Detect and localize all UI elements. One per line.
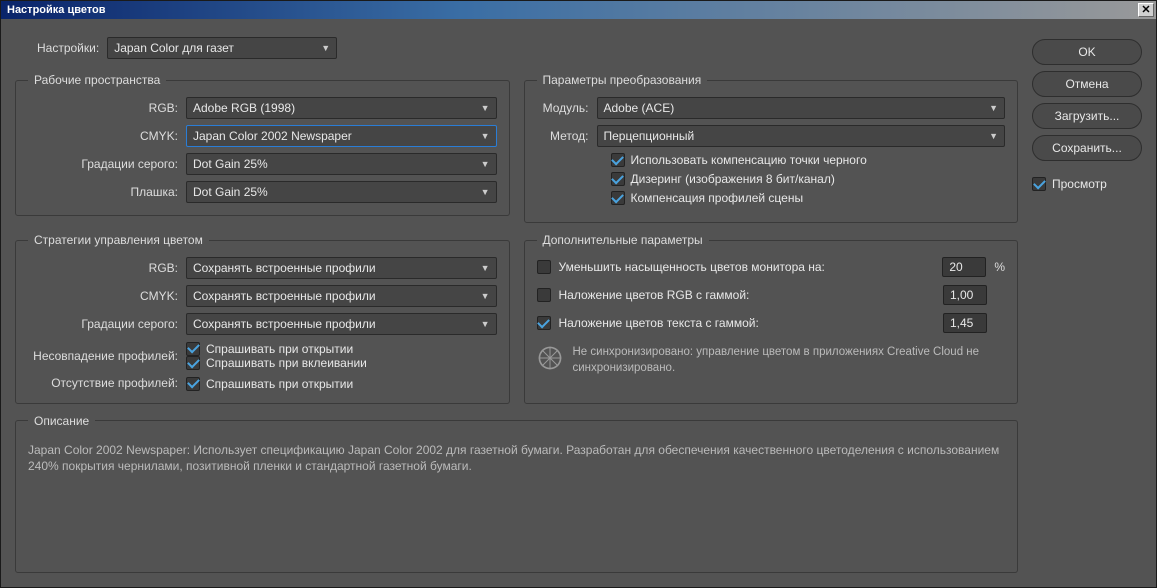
ws-rgb-select[interactable]: Adobe RGB (1998) ▼ — [186, 97, 497, 119]
chevron-down-icon: ▼ — [481, 131, 490, 141]
window-title: Настройка цветов — [7, 4, 106, 16]
preview-checkbox[interactable] — [1032, 177, 1046, 191]
pol-gray-select[interactable]: Сохранять встроенные профили ▼ — [186, 313, 497, 335]
workspaces-group: Рабочие пространства RGB: Adobe RGB (199… — [15, 73, 510, 216]
pol-gray-label: Градации серого: — [28, 317, 178, 331]
blend-text-label: Наложение цветов текста с гаммой: — [559, 316, 936, 330]
scene-profile-checkbox[interactable] — [611, 191, 625, 205]
desaturate-input[interactable]: 20 — [942, 257, 986, 277]
chevron-down-icon: ▼ — [481, 319, 490, 329]
desaturate-checkbox[interactable] — [537, 260, 551, 274]
description-text: Japan Color 2002 Newspaper: Использует с… — [28, 442, 1005, 476]
desaturate-label: Уменьшить насыщенность цветов монитора н… — [559, 260, 935, 274]
mismatch-label: Несовпадение профилей: — [28, 349, 178, 363]
chevron-down-icon: ▼ — [321, 43, 330, 53]
ok-button[interactable]: OK — [1032, 39, 1142, 65]
settings-label: Настройки: — [37, 41, 99, 55]
chevron-down-icon: ▼ — [481, 263, 490, 273]
blend-rgb-checkbox[interactable] — [537, 288, 551, 302]
load-button[interactable]: Загрузить... — [1032, 103, 1142, 129]
black-point-label: Использовать компенсацию точки черного — [631, 153, 867, 167]
pol-rgb-select[interactable]: Сохранять встроенные профили ▼ — [186, 257, 497, 279]
conversion-group: Параметры преобразования Модуль: Adobe (… — [524, 73, 1019, 223]
ws-gray-select[interactable]: Dot Gain 25% ▼ — [186, 153, 497, 175]
cancel-button[interactable]: Отмена — [1032, 71, 1142, 97]
blend-rgb-label: Наложение цветов RGB с гаммой: — [559, 288, 936, 302]
titlebar: Настройка цветов ✕ — [1, 1, 1156, 19]
conv-module-select[interactable]: Adobe (ACE) ▼ — [597, 97, 1006, 119]
policies-group: Стратегии управления цветом RGB: Сохраня… — [15, 233, 510, 404]
chevron-down-icon: ▼ — [481, 159, 490, 169]
advanced-legend: Дополнительные параметры — [537, 233, 709, 247]
ws-spot-label: Плашка: — [28, 185, 178, 199]
mismatch-open-checkbox[interactable] — [186, 342, 200, 356]
chevron-down-icon: ▼ — [989, 131, 998, 141]
workspaces-legend: Рабочие пространства — [28, 73, 166, 87]
settings-select[interactable]: Japan Color для газет ▼ — [107, 37, 337, 59]
missing-open-label: Спрашивать при открытии — [206, 377, 353, 391]
scene-profile-label: Компенсация профилей сцены — [631, 191, 804, 205]
conversion-legend: Параметры преобразования — [537, 73, 708, 87]
description-legend: Описание — [28, 414, 95, 428]
black-point-checkbox[interactable] — [611, 153, 625, 167]
conv-module-label: Модуль: — [537, 101, 589, 115]
ws-rgb-label: RGB: — [28, 101, 178, 115]
pol-rgb-label: RGB: — [28, 261, 178, 275]
percent-suffix: % — [994, 260, 1005, 274]
chevron-down-icon: ▼ — [481, 187, 490, 197]
mismatch-open-label: Спрашивать при открытии — [206, 342, 353, 356]
description-group: Описание Japan Color 2002 Newspaper: Исп… — [15, 414, 1018, 574]
conv-method-select[interactable]: Перцепционный ▼ — [597, 125, 1006, 147]
dithering-checkbox[interactable] — [611, 172, 625, 186]
ws-cmyk-label: CMYK: — [28, 129, 178, 143]
missing-open-checkbox[interactable] — [186, 377, 200, 391]
preview-label: Просмотр — [1052, 177, 1107, 191]
close-icon[interactable]: ✕ — [1138, 3, 1154, 17]
conv-method-label: Метод: — [537, 129, 589, 143]
blend-rgb-input[interactable]: 1,00 — [943, 285, 987, 305]
chevron-down-icon: ▼ — [989, 103, 998, 113]
pol-cmyk-select[interactable]: Сохранять встроенные профили ▼ — [186, 285, 497, 307]
mismatch-paste-label: Спрашивать при вклеивании — [206, 356, 367, 370]
blend-text-checkbox[interactable] — [537, 316, 551, 330]
blend-text-input[interactable]: 1,45 — [943, 313, 987, 333]
pol-cmyk-label: CMYK: — [28, 289, 178, 303]
advanced-group: Дополнительные параметры Уменьшить насыщ… — [524, 233, 1019, 404]
missing-label: Отсутствие профилей: — [28, 376, 178, 390]
dithering-label: Дизеринг (изображения 8 бит/канал) — [631, 172, 835, 186]
ws-cmyk-select[interactable]: Japan Color 2002 Newspaper ▼ — [186, 125, 497, 147]
ws-gray-label: Градации серого: — [28, 157, 178, 171]
sync-text: Не синхронизировано: управление цветом в… — [573, 345, 1006, 376]
save-button[interactable]: Сохранить... — [1032, 135, 1142, 161]
policies-legend: Стратегии управления цветом — [28, 233, 209, 247]
chevron-down-icon: ▼ — [481, 291, 490, 301]
mismatch-paste-checkbox[interactable] — [186, 356, 200, 370]
ws-spot-select[interactable]: Dot Gain 25% ▼ — [186, 181, 497, 203]
sync-warning-icon — [537, 345, 563, 371]
color-settings-dialog: Настройка цветов ✕ Настройки: Japan Colo… — [0, 0, 1157, 588]
chevron-down-icon: ▼ — [481, 103, 490, 113]
